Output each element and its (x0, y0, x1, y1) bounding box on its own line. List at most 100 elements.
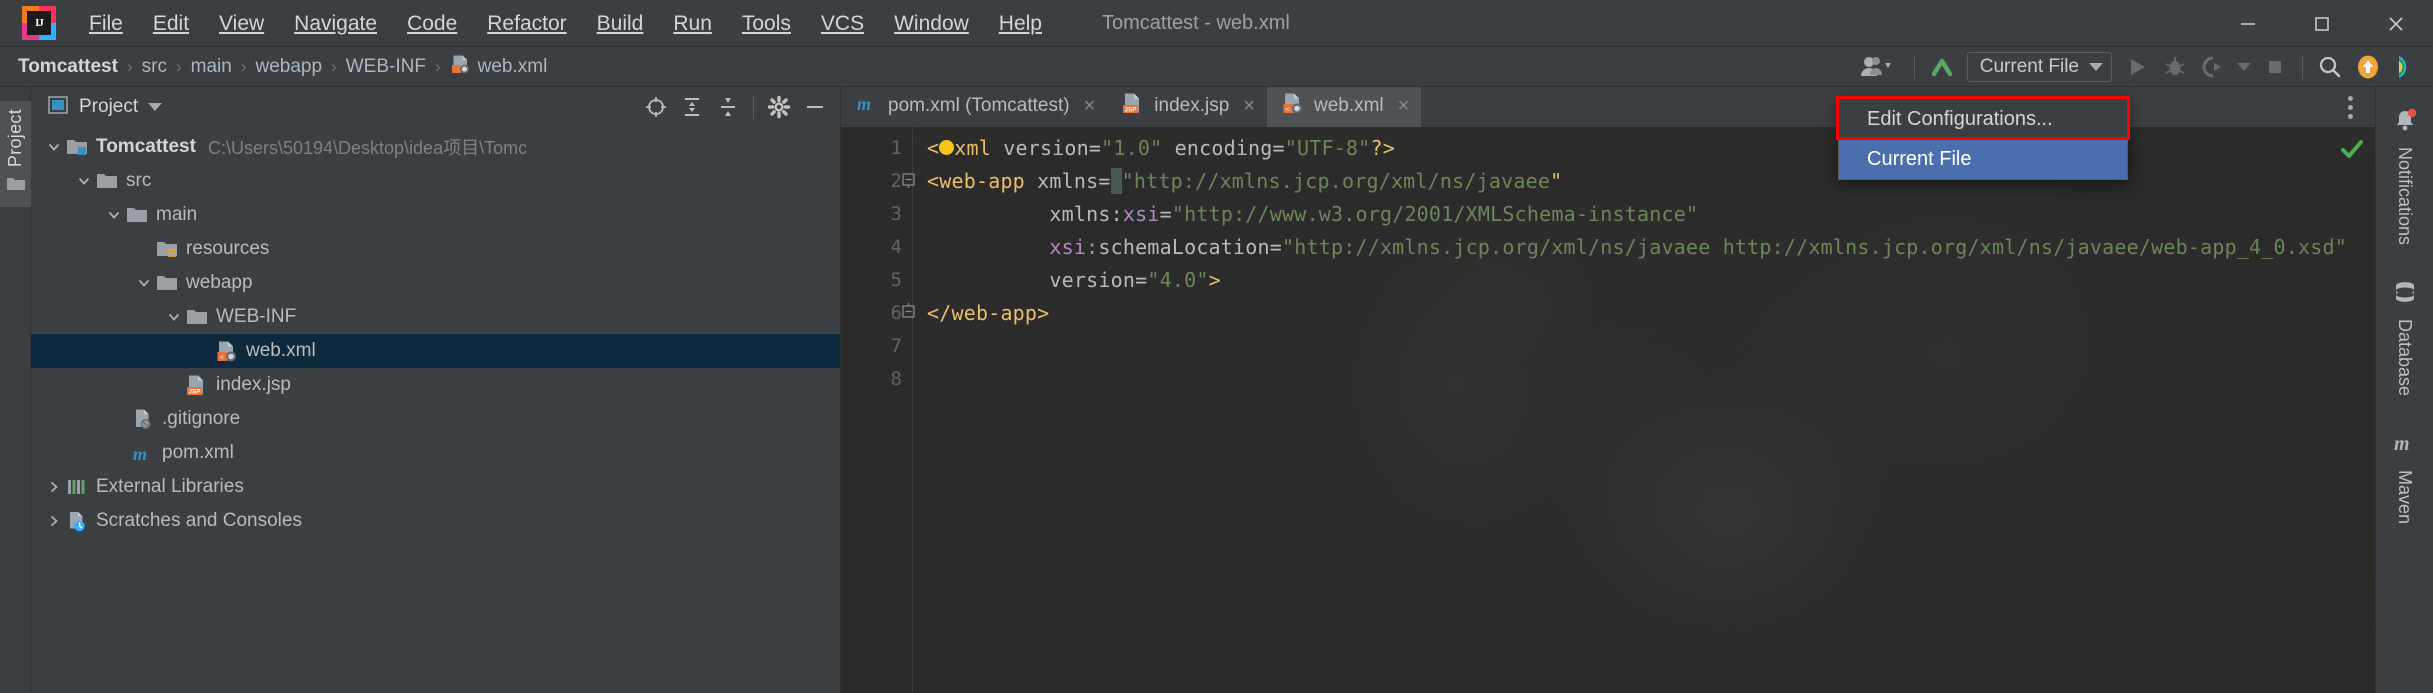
tree-row-webinf[interactable]: WEB-INF (31, 300, 840, 334)
breadcrumb-item-webinf[interactable]: WEB-INF (342, 53, 430, 81)
updates-check-icon[interactable] (1923, 50, 1961, 84)
menu-help[interactable]: Help (984, 0, 1057, 47)
more-vertical-icon[interactable] (2337, 92, 2363, 122)
breadcrumb-item-project[interactable]: Tomcattest (14, 53, 122, 81)
editor-tab-webxml[interactable]: < web.xml × (1266, 87, 1422, 127)
breadcrumb-separator-icon: › (175, 56, 182, 76)
tree-row-src[interactable]: src (31, 164, 840, 198)
popup-item-current-file[interactable]: Current File (1839, 139, 2127, 179)
close-icon[interactable]: × (1243, 95, 1255, 118)
menu-window[interactable]: Window (879, 0, 984, 47)
breadcrumb-item-src[interactable]: src (138, 53, 171, 81)
menu-tools[interactable]: Tools (727, 0, 806, 47)
chevron-down-icon[interactable] (73, 174, 95, 188)
editor-tab-pomxml[interactable]: m pom.xml (Tomcattest) × (841, 87, 1107, 127)
scratches-icon (65, 509, 89, 533)
line-number: 5 (890, 268, 902, 291)
fold-marker-line6[interactable] (901, 303, 917, 319)
editor-tab-indexjsp[interactable]: JSP index.jsp × (1107, 87, 1267, 127)
profiler-dropdown-icon[interactable] (2232, 50, 2256, 84)
tree-row-scratches[interactable]: Scratches and Consoles (31, 504, 840, 538)
check-mark-icon[interactable] (2338, 135, 2366, 168)
tree-row-webapp[interactable]: webapp (31, 266, 840, 300)
folder-icon (125, 203, 149, 227)
tree-row-pomxml[interactable]: m pom.xml (31, 436, 840, 470)
intention-bulb-icon[interactable] (939, 140, 955, 155)
tree-label-tomcattest: Tomcattest (96, 136, 196, 157)
inspection-status-gutter[interactable] (2335, 127, 2375, 693)
menu-refactor-label: Refactor (487, 11, 567, 35)
sidebar-item-database[interactable]: Database (2390, 275, 2420, 400)
close-button[interactable] (2359, 0, 2433, 47)
stop-icon[interactable] (2256, 50, 2294, 84)
editor-gutter[interactable]: 1 2 3 4 5 6 7 8 (841, 127, 913, 693)
chevron-right-icon[interactable] (43, 514, 65, 528)
user-account-icon[interactable] (1848, 50, 1906, 84)
hide-panel-icon[interactable] (798, 92, 832, 122)
menu-view[interactable]: View (204, 0, 279, 47)
select-opened-file-icon[interactable] (639, 92, 673, 122)
code-editor[interactable]: 1 2 3 4 5 6 7 8 < xml version = "1.0" encod… (841, 127, 2375, 693)
menu-run[interactable]: Run (658, 0, 727, 47)
menu-file[interactable]: File (74, 0, 138, 47)
menu-navigate[interactable]: Navigate (279, 0, 392, 47)
editor-tab-webxml-label: web.xml (1313, 95, 1384, 116)
menu-window-label: Window (894, 11, 969, 35)
tree-row-external-libraries[interactable]: External Libraries (31, 470, 840, 504)
tree-row-tomcattest[interactable]: Tomcattest C:\Users\50194\Desktop\idea项目… (31, 130, 840, 164)
chevron-down-icon[interactable] (103, 208, 125, 222)
right-tool-rail: Notifications Database m Maven (2375, 87, 2433, 693)
tree-row-gitignore[interactable]: .gitignore (31, 402, 840, 436)
project-panel-header: Project (31, 87, 840, 127)
editor-column: m pom.xml (Tomcattest) × JSP index.jsp ×… (841, 87, 2375, 693)
navigation-bar: Tomcattest › src › main › webapp › WEB-I… (0, 47, 2433, 87)
editor-tabs-overflow (2337, 87, 2375, 127)
settings-gear-icon[interactable] (762, 92, 796, 122)
editor-code-area[interactable]: < xml version = "1.0" encoding = "UTF-8" ?> <w… (913, 127, 2375, 693)
chevron-down-icon[interactable] (133, 276, 155, 290)
tree-row-resources[interactable]: resources (31, 232, 840, 266)
menu-view-label: View (219, 11, 265, 35)
run-icon[interactable] (2118, 50, 2156, 84)
collapse-all-icon[interactable] (711, 92, 745, 122)
tree-row-main[interactable]: main (31, 198, 840, 232)
maximize-button[interactable] (2285, 0, 2359, 47)
chevron-right-icon[interactable] (43, 480, 65, 494)
breadcrumb: Tomcattest › src › main › webapp › WEB-I… (0, 50, 551, 83)
debug-icon[interactable] (2156, 50, 2194, 84)
sidebar-item-project[interactable]: Project (0, 101, 31, 208)
chevron-down-icon[interactable] (163, 310, 185, 324)
update-project-icon[interactable] (2349, 50, 2387, 84)
breadcrumb-item-webapp[interactable]: webapp (251, 53, 326, 81)
chevron-down-icon[interactable] (148, 103, 163, 111)
breadcrumb-item-main[interactable]: main (187, 53, 236, 81)
ide-assistant-icon[interactable] (2387, 50, 2425, 84)
menu-code[interactable]: Code (392, 0, 472, 47)
close-icon[interactable]: × (1084, 95, 1096, 118)
close-icon[interactable]: × (1398, 95, 1410, 118)
tree-row-webxml[interactable]: < web.xml (31, 334, 840, 368)
project-panel-title: Project (79, 96, 139, 117)
svg-text:m: m (857, 94, 871, 114)
run-configuration-selector[interactable]: Current File (1966, 52, 2112, 82)
svg-text:<: < (220, 354, 224, 362)
tree-row-indexjsp[interactable]: JSP index.jsp (31, 368, 840, 402)
bell-icon (2392, 107, 2418, 138)
popup-item-edit-configurations[interactable]: Edit Configurations... (1839, 99, 2127, 139)
popup-item-current-file-label: Current File (1867, 147, 1972, 170)
menu-vcs[interactable]: VCS (806, 0, 879, 47)
menu-edit[interactable]: Edit (138, 0, 204, 47)
search-everywhere-icon[interactable] (2311, 50, 2349, 84)
breadcrumb-item-webxml[interactable]: web.xml (446, 50, 552, 83)
expand-all-icon[interactable] (675, 92, 709, 122)
menu-build[interactable]: Build (582, 0, 659, 47)
run-coverage-icon[interactable] (2194, 50, 2232, 84)
minimize-button[interactable] (2211, 0, 2285, 47)
fold-marker-line2[interactable] (901, 172, 917, 188)
breadcrumb-separator-icon: › (331, 56, 337, 76)
sidebar-item-maven[interactable]: m Maven (2390, 426, 2420, 528)
tree-label-scratches: Scratches and Consoles (96, 510, 302, 531)
chevron-down-icon[interactable] (43, 140, 65, 154)
menu-refactor[interactable]: Refactor (472, 0, 581, 47)
sidebar-item-notifications[interactable]: Notifications (2390, 103, 2420, 249)
